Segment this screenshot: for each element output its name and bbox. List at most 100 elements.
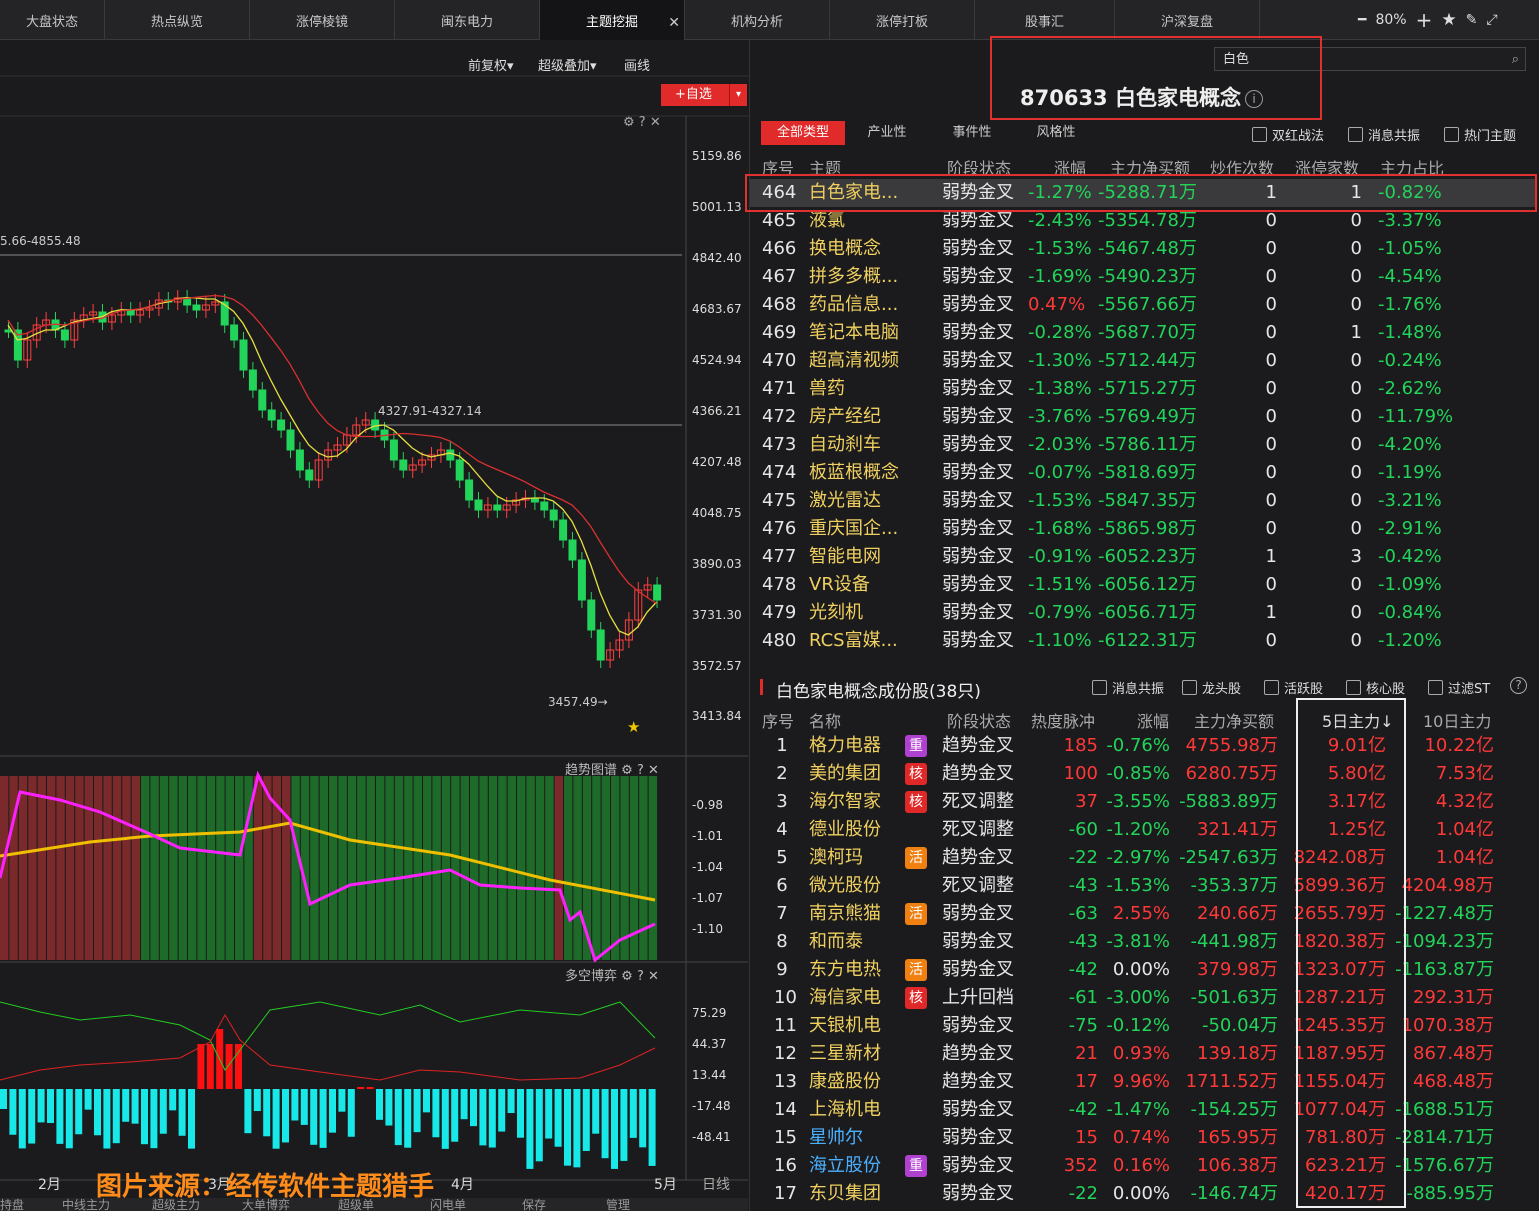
- indicator-tab[interactable]: 管理: [606, 1198, 630, 1211]
- stock-row[interactable]: 16 海立股份 弱势金叉 352 0.16% 106.38万 623.21万 -1576.67…: [750, 1152, 1536, 1180]
- expand-icon[interactable]: ⤢: [1486, 12, 1497, 28]
- star-icon[interactable]: ★: [1441, 10, 1456, 30]
- close-icon[interactable]: ✕: [648, 763, 659, 778]
- candle-body: [493, 504, 502, 511]
- stock-row[interactable]: 17 东贝集团 弱势金叉 -22 0.00% -146.74万 420.17万 -885.95…: [750, 1180, 1536, 1208]
- indicator-tab[interactable]: 超级单: [338, 1198, 374, 1211]
- checkbox-hot-theme[interactable]: 热门主题: [1444, 125, 1516, 144]
- stock-row[interactable]: 14 上海机电 弱势金叉 -42 -1.47% -154.25万 1077.04万 -1688…: [750, 1096, 1536, 1124]
- tab-review[interactable]: 沪深复盘: [1115, 0, 1260, 40]
- tab-market-status[interactable]: 大盘状态: [0, 0, 105, 40]
- filter-tab-event[interactable]: 事件性: [940, 121, 1004, 145]
- checkbox-active[interactable]: 活跃股: [1264, 678, 1323, 697]
- col-header[interactable]: 序号: [762, 708, 794, 732]
- topic-row[interactable]: 474 板蓝根概念 弱势金叉 -0.07% -5818.69万 0 0 -1.19%: [750, 459, 1536, 487]
- checkbox-core[interactable]: 核心股: [1346, 678, 1405, 697]
- topic-row[interactable]: 472 房产经纪 弱势金叉 -3.76% -5769.49万 0 0 -11.79%: [750, 403, 1536, 431]
- search-icon[interactable]: ⌕: [1512, 48, 1519, 72]
- indicator-tab[interactable]: 中线主力: [62, 1198, 110, 1211]
- stock-row[interactable]: 8 和而泰 弱势金叉 -43 -3.81% -441.98万 1820.38万 -1094.2…: [750, 928, 1536, 956]
- topic-row[interactable]: 480 RCS富媒... 弱势金叉 -1.10% -6122.31万 0 0 -1.20%: [750, 627, 1536, 655]
- topic-row[interactable]: 479 光刻机 弱势金叉 -0.79% -6056.71万 1 0 -0.84%: [750, 599, 1536, 627]
- topic-row[interactable]: 476 重庆国企... 弱势金叉 -1.68% -5865.98万 0 0 -2.91%: [750, 515, 1536, 543]
- tab-institution[interactable]: 机构分析: [685, 0, 830, 40]
- tab-theme-mining[interactable]: 主题挖掘 ✕: [540, 0, 685, 40]
- help-icon[interactable]: ?: [637, 763, 644, 778]
- stock-row[interactable]: 3 海尔智家 死叉调整 37 -3.55% -5883.89万 3.17亿 4.32亿核: [750, 788, 1536, 816]
- tab-limit-board[interactable]: 涨停打板: [830, 0, 975, 40]
- tab-limit-prism[interactable]: 涨停棱镜: [250, 0, 395, 40]
- edit-icon[interactable]: ✎: [1466, 12, 1478, 28]
- filter-tab-all[interactable]: 全部类型: [761, 121, 845, 145]
- period-label[interactable]: 日线: [702, 1174, 730, 1194]
- stock-row[interactable]: 5 澳柯玛 趋势金叉 -22 -2.97% -2547.63万 8242.08万 1.04亿活: [750, 844, 1536, 872]
- close-icon[interactable]: ✕: [650, 115, 661, 130]
- topic-cell-chg: 0.47%: [1028, 294, 1086, 315]
- stock-row[interactable]: 6 微光股份 死叉调整 -43 -1.53% -353.37万 5899.36万 4204.9…: [750, 872, 1536, 900]
- close-icon[interactable]: ✕: [648, 969, 659, 984]
- checkbox-filter-st[interactable]: 过滤ST: [1428, 678, 1490, 697]
- high-line-label: 5.66-4855.48: [0, 234, 81, 248]
- filter-tab-style[interactable]: 风格性: [1024, 121, 1088, 145]
- help-icon[interactable]: ?: [639, 115, 646, 130]
- zoom-in-icon[interactable]: +: [1416, 8, 1433, 32]
- tab-mindong-power[interactable]: 闽东电力: [395, 0, 540, 40]
- stock-row[interactable]: 11 天银机电 弱势金叉 -75 -0.12% -50.04万 1245.35万 1070.3…: [750, 1012, 1536, 1040]
- topic-row[interactable]: 475 激光雷达 弱势金叉 -1.53% -5847.35万 0 0 -3.21%: [750, 487, 1536, 515]
- stock-cell-name: 三星新材: [809, 1043, 881, 1064]
- stock-cell-heat: 15: [1075, 1127, 1098, 1148]
- settings-icon[interactable]: ⚙: [621, 763, 633, 778]
- checkbox-news[interactable]: 消息共振: [1348, 125, 1420, 144]
- indicator-tab[interactable]: 超级主力: [152, 1198, 200, 1211]
- checkbox-news-stock[interactable]: 消息共振: [1092, 678, 1164, 697]
- indicator-tab[interactable]: 保存: [522, 1198, 546, 1211]
- section-marker: [760, 679, 763, 695]
- topic-row[interactable]: 468 药品信息... 弱势金叉 0.47% -5567.66万 0 0 -1.76%: [750, 291, 1536, 319]
- indicator-tab[interactable]: 持盘: [0, 1198, 24, 1211]
- topic-cell-limit: 0: [1350, 294, 1362, 315]
- help-icon[interactable]: ?: [1510, 677, 1527, 694]
- stock-row[interactable]: 1 格力电器 趋势金叉 185 -0.76% 4755.98万 9.01亿 10.22亿重: [750, 732, 1536, 760]
- col-header[interactable]: 名称: [809, 708, 841, 732]
- indicator-tab[interactable]: 大单博弈: [242, 1198, 290, 1211]
- topic-row[interactable]: 478 VR设备 弱势金叉 -1.51% -6056.12万 0 0 -1.09%: [750, 571, 1536, 599]
- topic-cell-stage: 弱势金叉: [942, 378, 1014, 399]
- topic-row[interactable]: 471 兽药 弱势金叉 -1.38% -5715.27万 0 0 -2.62%: [750, 375, 1536, 403]
- bull-bar: [37, 1089, 45, 1123]
- topic-cell-net: -6056.71万: [1098, 602, 1197, 623]
- checkbox-double-red[interactable]: 双红战法: [1252, 125, 1324, 144]
- stock-row[interactable]: 9 东方电热 弱势金叉 -42 0.00% 379.98万 1323.07万 -1163.87…: [750, 956, 1536, 984]
- stock-row[interactable]: 12 三星新材 趋势金叉 21 0.93% 139.18万 1187.95万 867.48万: [750, 1040, 1536, 1068]
- tab-label: 沪深复盘: [1160, 15, 1213, 30]
- checkbox-leader[interactable]: 龙头股: [1182, 678, 1241, 697]
- col-header[interactable]: 阶段状态: [947, 708, 1011, 732]
- topic-row[interactable]: 469 笔记本电脑 弱势金叉 -0.28% -5687.70万 0 1 -1.48%: [750, 319, 1536, 347]
- trend-bar: [573, 776, 582, 960]
- stock-row[interactable]: 10 海信家电 上升回档 -61 -3.00% -501.63万 1287.21万 292.3…: [750, 984, 1536, 1012]
- col-header[interactable]: 10日主力: [1423, 708, 1491, 732]
- help-icon[interactable]: ?: [637, 969, 644, 984]
- stock-cell-chg: -3.00%: [1106, 987, 1170, 1008]
- stock-cell-net: 106.38万: [1197, 1155, 1278, 1176]
- zoom-out-icon[interactable]: ━: [1358, 12, 1366, 28]
- topic-row[interactable]: 470 超高清视频 弱势金叉 -1.30% -5712.44万 0 0 -0.24%: [750, 347, 1536, 375]
- stock-row[interactable]: 2 美的集团 趋势金叉 100 -0.85% 6280.75万 5.80亿 7.53亿核: [750, 760, 1536, 788]
- settings-icon[interactable]: ⚙: [621, 969, 633, 984]
- col-header[interactable]: 涨幅: [1137, 708, 1169, 732]
- indicator-tab[interactable]: 闪电单: [430, 1198, 466, 1211]
- stock-row[interactable]: 4 德业股份 死叉调整 -60 -1.20% 321.41万 1.25亿 1.04亿: [750, 816, 1536, 844]
- topic-row[interactable]: 466 换电概念 弱势金叉 -1.53% -5467.48万 0 0 -1.05%: [750, 235, 1536, 263]
- stock-row[interactable]: 7 南京熊猫 弱势金叉 -63 2.55% 240.66万 2655.79万 -1227.48…: [750, 900, 1536, 928]
- tab-hot-overview[interactable]: 热点纵览: [105, 0, 250, 40]
- low-price-label: 3457.49→: [548, 695, 608, 709]
- stock-row[interactable]: 15 星帅尔 弱势金叉 15 0.74% 165.95万 781.80万 -2814.71万: [750, 1124, 1536, 1152]
- col-header[interactable]: 主力净买额: [1194, 708, 1274, 732]
- topic-row[interactable]: 473 自动刹车 弱势金叉 -2.03% -5786.11万 0 0 -4.20%: [750, 431, 1536, 459]
- topic-row[interactable]: 477 智能电网 弱势金叉 -0.91% -6052.23万 1 3 -0.42%: [750, 543, 1536, 571]
- stock-row[interactable]: 13 康盛股份 趋势金叉 17 9.96% 1711.52万 1155.04万 468.48万: [750, 1068, 1536, 1096]
- tab-stock-events[interactable]: 股事汇: [975, 0, 1115, 40]
- settings-icon[interactable]: ⚙: [623, 115, 635, 130]
- col-header[interactable]: 热度脉冲: [1031, 708, 1095, 732]
- filter-tab-industry[interactable]: 产业性: [855, 121, 919, 145]
- topic-row[interactable]: 467 拼多多概... 弱势金叉 -1.69% -5490.23万 0 0 -4.54%: [750, 263, 1536, 291]
